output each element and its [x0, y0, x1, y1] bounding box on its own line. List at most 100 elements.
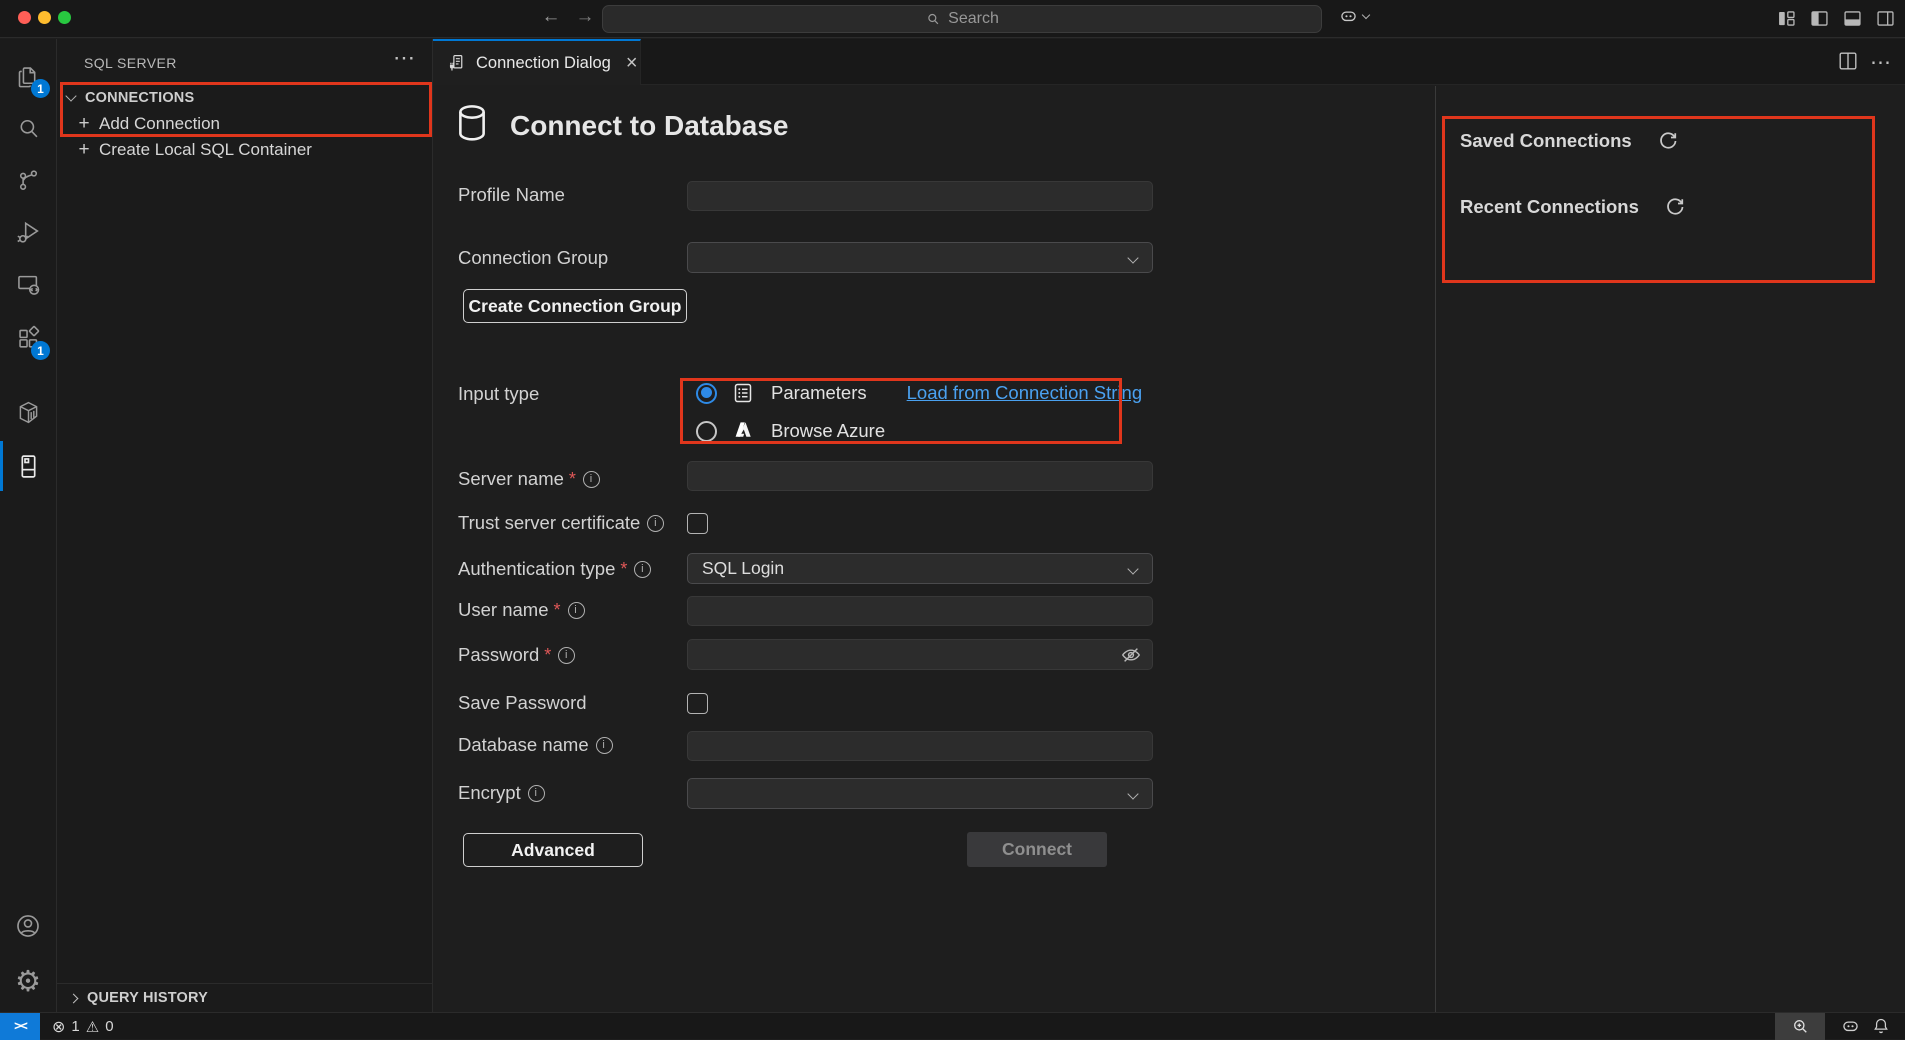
remote-indicator[interactable]: >< [0, 1013, 40, 1040]
sidebar-sql-server: SQL SERVER ⋯ CONNECTIONS + Add Connectio… [57, 39, 433, 1012]
toggle-panel-icon[interactable] [1842, 8, 1863, 29]
sql-server-icon[interactable] [0, 441, 56, 491]
warning-icon: ⚠ [86, 1018, 99, 1036]
database-name-label: Database name [458, 733, 613, 757]
window-zoom-button[interactable] [58, 11, 71, 24]
saved-connections-title: Saved Connections [1460, 130, 1632, 152]
info-icon[interactable] [558, 647, 575, 664]
plus-icon: + [69, 113, 99, 135]
run-debug-icon[interactable] [0, 207, 56, 257]
database-name-input[interactable] [687, 731, 1153, 761]
window-minimize-button[interactable] [38, 11, 51, 24]
info-icon[interactable] [583, 471, 600, 488]
settings-gear-icon[interactable]: ⚙ [0, 957, 56, 1007]
zoom-in-icon [1791, 1017, 1810, 1036]
save-password-label: Save Password [458, 691, 587, 715]
bell-icon[interactable] [1871, 1016, 1891, 1036]
advanced-button[interactable]: Advanced [463, 833, 643, 867]
password-input[interactable] [687, 639, 1153, 670]
tab-label: Connection Dialog [476, 54, 611, 73]
extensions-badge: 1 [31, 341, 50, 360]
window-close-button[interactable] [18, 11, 31, 24]
title-bar: ← → Search [0, 0, 1905, 38]
tree-item-label: Create Local SQL Container [99, 140, 312, 160]
info-icon[interactable] [634, 561, 651, 578]
tree-item-label: Add Connection [99, 114, 220, 134]
trust-server-certificate-checkbox[interactable] [687, 513, 708, 534]
connections-section-label: CONNECTIONS [85, 90, 194, 106]
tree-item-create-local-sql-container[interactable]: + Create Local SQL Container [57, 137, 432, 163]
connect-button[interactable]: Connect [967, 832, 1107, 867]
more-actions-icon[interactable]: ⋯ [1870, 50, 1891, 75]
chevron-right-icon [69, 993, 79, 1003]
refresh-icon[interactable] [1665, 197, 1685, 217]
info-icon[interactable] [647, 515, 664, 532]
split-editor-icon[interactable] [1837, 50, 1859, 72]
encrypt-label: Encrypt [458, 781, 545, 805]
toggle-secondary-sidebar-icon[interactable] [1875, 8, 1896, 29]
parameters-icon [731, 381, 755, 405]
chevron-down-icon [1127, 563, 1138, 574]
authentication-type-label: Authentication type* [458, 557, 651, 581]
tab-connection-dialog[interactable]: Connection Dialog × [433, 39, 641, 85]
user-name-label: User name* [458, 598, 585, 622]
extensions-icon[interactable]: 1 [0, 313, 56, 363]
search-view-icon[interactable] [0, 103, 56, 153]
source-control-icon[interactable] [0, 155, 56, 205]
authentication-type-select[interactable]: SQL Login [687, 553, 1153, 584]
authentication-type-value: SQL Login [702, 558, 784, 579]
explorer-icon[interactable]: 1 [0, 51, 56, 101]
back-arrow-icon[interactable]: ← [538, 6, 564, 28]
remote-explorer-icon[interactable] [0, 259, 56, 309]
forward-arrow-icon[interactable]: → [572, 6, 598, 28]
profile-name-input[interactable] [687, 181, 1153, 211]
command-center-search[interactable]: Search [602, 5, 1322, 33]
query-history-label: QUERY HISTORY [87, 990, 208, 1006]
connection-dialog-icon [446, 53, 467, 74]
editor-group: Connection Dialog × ⋯ Connect to Databas… [433, 39, 1905, 1012]
problems-status[interactable]: ⊗ 1 ⚠ 0 [52, 1013, 114, 1040]
copilot-menu-button[interactable] [1338, 6, 1369, 27]
create-connection-group-button[interactable]: Create Connection Group [463, 289, 687, 323]
copilot-icon [1338, 6, 1359, 27]
server-name-input[interactable] [687, 461, 1153, 491]
page-title: Connect to Database [510, 110, 789, 142]
user-name-input[interactable] [687, 596, 1153, 626]
more-actions-icon[interactable]: ⋯ [393, 45, 415, 71]
refresh-icon[interactable] [1658, 131, 1678, 151]
activity-bar: 1 1 ⚙ [0, 39, 57, 1012]
radio-browse-azure[interactable] [696, 421, 717, 442]
copilot-icon[interactable] [1840, 1016, 1861, 1037]
plus-icon: + [69, 139, 99, 161]
chevron-down-icon [1362, 11, 1370, 19]
connections-section-header[interactable]: CONNECTIONS [57, 85, 432, 111]
parameters-option-label: Parameters [771, 382, 867, 404]
profile-name-label: Profile Name [458, 183, 565, 207]
search-label: Search [948, 10, 999, 28]
warning-count: 0 [105, 1018, 113, 1035]
close-icon[interactable]: × [626, 52, 638, 75]
status-bar: >< ⊗ 1 ⚠ 0 [0, 1012, 1905, 1039]
connection-group-select[interactable] [687, 242, 1153, 273]
account-icon[interactable] [0, 901, 56, 951]
search-icon [925, 11, 941, 27]
customize-layout-icon[interactable] [1776, 8, 1797, 29]
info-icon[interactable] [596, 737, 613, 754]
save-password-checkbox[interactable] [687, 693, 708, 714]
info-icon[interactable] [528, 785, 545, 802]
radio-parameters[interactable] [696, 383, 717, 404]
eye-off-icon[interactable] [1120, 644, 1142, 666]
zoom-status-button[interactable] [1775, 1013, 1825, 1040]
azure-icon [731, 419, 755, 443]
encrypt-select[interactable] [687, 778, 1153, 809]
containers-icon[interactable] [0, 387, 56, 437]
toggle-primary-sidebar-icon[interactable] [1809, 8, 1830, 29]
query-history-section-header[interactable]: QUERY HISTORY [57, 983, 432, 1012]
explorer-badge: 1 [31, 79, 50, 98]
panel-divider [1435, 86, 1436, 1012]
password-label: Password* [458, 643, 575, 667]
info-icon[interactable] [568, 602, 585, 619]
tree-item-add-connection[interactable]: + Add Connection [57, 111, 432, 137]
trust-server-certificate-label: Trust server certificate [458, 511, 664, 535]
load-from-connection-string-link[interactable]: Load from Connection String [907, 382, 1143, 404]
